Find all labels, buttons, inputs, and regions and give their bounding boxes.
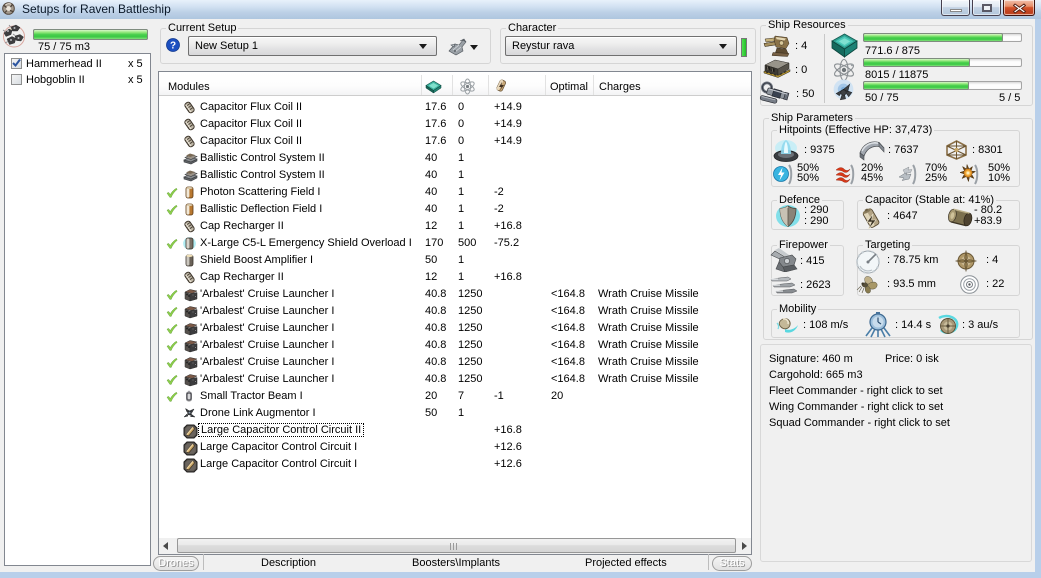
svg-text:?: ? [170, 41, 176, 52]
